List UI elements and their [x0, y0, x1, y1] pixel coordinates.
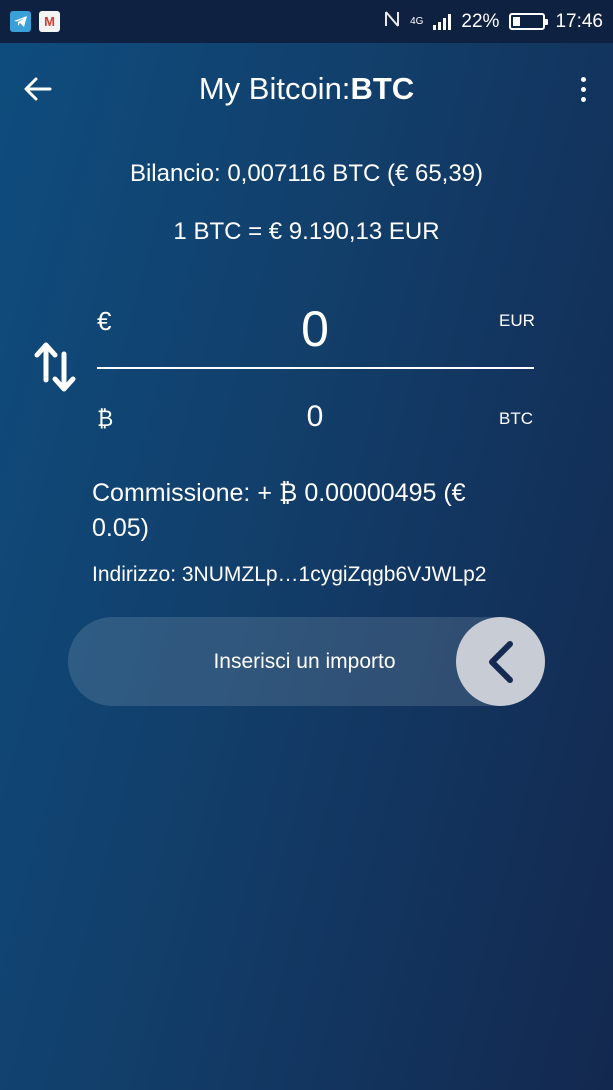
primary-amount-input[interactable]: 0 [215, 300, 415, 358]
swap-currency-button[interactable] [34, 340, 78, 396]
secondary-currency-code: BTC [499, 409, 533, 428]
primary-currency-symbol: € [97, 306, 112, 336]
slider-handle[interactable] [456, 617, 545, 706]
status-bar: M 4G 22% 17:46 [0, 0, 613, 43]
secondary-amount: 0 [306, 400, 324, 433]
page-title: My Bitcoin:BTC [0, 71, 613, 107]
chevron-left-icon [488, 640, 513, 683]
fee-text: Commissione: + ₿ 0.00000495 (€ 0.05) [92, 479, 466, 542]
swap-vertical-icon [34, 342, 76, 392]
dot-icon [580, 86, 586, 92]
title-code: BTC [350, 71, 415, 106]
primary-currency-code: EUR [499, 311, 535, 330]
clock: 17:46 [555, 10, 603, 32]
battery-percent: 22% [461, 10, 500, 32]
app-bar: My Bitcoin:BTC [0, 43, 613, 138]
dot-icon [580, 76, 586, 82]
title-prefix: My Bitcoin: [198, 71, 351, 106]
battery-icon [509, 13, 549, 30]
slide-to-send[interactable]: Inserisci un importo [68, 617, 545, 706]
notification-icons: M [10, 11, 60, 32]
dot-icon [580, 96, 586, 102]
signal-icon [433, 13, 452, 30]
nfc-icon [384, 10, 400, 34]
network-type: 4G [410, 15, 424, 27]
exchange-rate-text: 1 BTC = € 9.190,13 EUR [173, 218, 440, 245]
telegram-icon [10, 11, 31, 32]
gmail-icon: M [39, 11, 60, 32]
amount-divider [97, 367, 534, 369]
overflow-menu-button[interactable] [571, 69, 595, 109]
address-text: Indirizzo: 3NUMZLp…1cygiZqgb6VJWLp2 [92, 563, 487, 586]
secondary-currency-symbol: ₿ [97, 406, 114, 431]
balance-text: Bilancio: 0,007116 BTC (€ 65,39) [129, 160, 484, 187]
system-indicators: 4G 22% 17:46 [384, 10, 603, 34]
